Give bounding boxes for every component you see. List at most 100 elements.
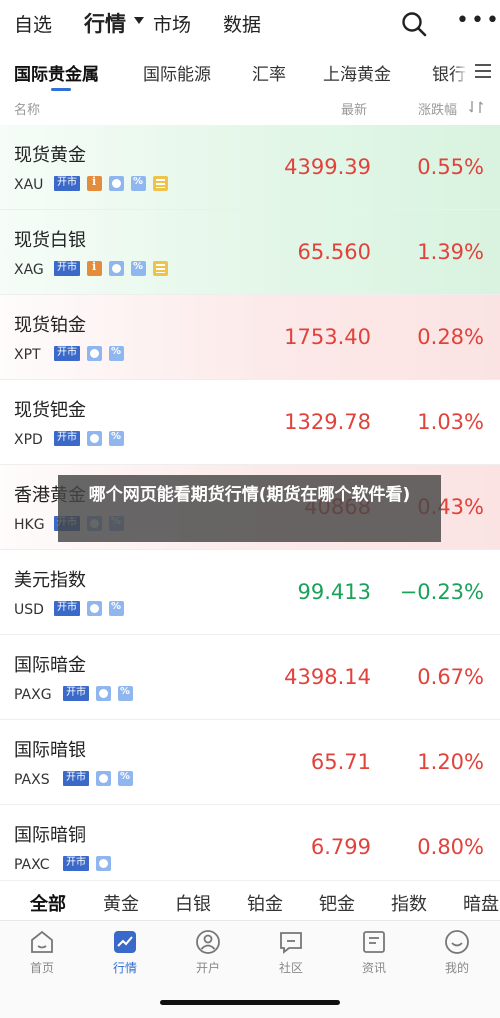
- latest-price: 65.560: [297, 240, 371, 264]
- instrument-code: XPT: [14, 347, 41, 363]
- clock-icon: [109, 176, 124, 191]
- tab-market[interactable]: 行情: [84, 8, 126, 38]
- row-tags: 开市: [54, 346, 124, 361]
- percent-icon: [118, 771, 133, 786]
- table-row[interactable]: 现货铂金 XPT 开市 1753.40 0.28%: [0, 295, 500, 380]
- row-tags: 开市: [54, 601, 124, 616]
- subtab-silver[interactable]: 白银: [175, 890, 211, 916]
- percent-icon: [109, 346, 124, 361]
- instrument-name: 现货黄金: [14, 145, 86, 166]
- instrument-name: 国际暗金: [14, 655, 86, 676]
- clock-icon: [87, 601, 102, 616]
- status-badge: 开市: [54, 346, 80, 361]
- chevron-down-icon[interactable]: [134, 17, 144, 24]
- row-tags: 开市: [63, 856, 111, 871]
- nav-open-account[interactable]: 开户: [178, 929, 238, 976]
- subtab-gold[interactable]: 黄金: [103, 890, 139, 916]
- subtab-platinum[interactable]: 铂金: [247, 890, 283, 916]
- change-percent: 1.03%: [417, 410, 484, 434]
- change-percent: 1.39%: [417, 240, 484, 264]
- latest-price: 1753.40: [284, 325, 371, 349]
- info-icon: [87, 260, 102, 276]
- category-tab[interactable]: 银行: [432, 60, 466, 85]
- tab-markets[interactable]: 市场: [153, 10, 191, 37]
- category-tabs: 国际贵金属 国际能源 汇率 上海黄金 银行: [0, 52, 500, 92]
- doc-icon: [153, 261, 168, 276]
- latest-price: 4399.39: [284, 155, 371, 179]
- latest-price: 1329.78: [284, 410, 371, 434]
- table-row[interactable]: 美元指数 USD 开市 99.413 −0.23%: [0, 550, 500, 635]
- category-tab[interactable]: 汇率: [252, 60, 286, 85]
- nav-community[interactable]: 社区: [261, 929, 321, 976]
- nav-home[interactable]: 首页: [12, 929, 72, 976]
- clock-icon: [87, 431, 102, 446]
- status-badge: 开市: [54, 431, 80, 446]
- nav-me[interactable]: 我的: [427, 929, 487, 976]
- menu-icon: [475, 64, 491, 78]
- column-change[interactable]: 涨跌幅: [418, 99, 457, 118]
- swap-icon[interactable]: [469, 100, 483, 114]
- instrument-name: 美元指数: [14, 570, 86, 591]
- change-percent: 0.55%: [417, 155, 484, 179]
- top-nav: 自选 行情 市场 数据 •••: [0, 0, 500, 46]
- home-indicator[interactable]: [160, 1000, 340, 1005]
- subtab-all[interactable]: 全部: [30, 890, 66, 916]
- expand-categories-button[interactable]: [466, 56, 500, 86]
- search-icon[interactable]: [401, 11, 427, 37]
- column-header: 名称 最新 涨跌幅: [0, 95, 500, 121]
- status-badge: 开市: [54, 261, 80, 276]
- row-tags: 开市: [54, 431, 124, 446]
- table-row[interactable]: 现货钯金 XPD 开市 1329.78 1.03%: [0, 380, 500, 465]
- instrument-code: XAG: [14, 262, 44, 278]
- active-tab-indicator: [51, 88, 71, 91]
- column-name[interactable]: 名称: [14, 99, 40, 118]
- status-badge: 开市: [54, 601, 80, 616]
- tab-watchlist[interactable]: 自选: [14, 10, 52, 37]
- change-percent: 0.67%: [417, 665, 484, 689]
- category-tab[interactable]: 国际贵金属: [14, 60, 99, 85]
- instrument-code: XAU: [14, 177, 44, 193]
- table-row[interactable]: 现货白银 XAG 开市 65.560 1.39%: [0, 210, 500, 295]
- row-tags: 开市: [54, 260, 168, 276]
- news-icon: [363, 931, 385, 953]
- subtab-palladium[interactable]: 钯金: [319, 890, 355, 916]
- percent-icon: [131, 261, 146, 276]
- row-tags: 开市: [54, 175, 168, 191]
- table-row[interactable]: 国际暗铜 PAXC 开市 6.799 0.80%: [0, 805, 500, 890]
- change-percent: 1.20%: [417, 750, 484, 774]
- nav-news[interactable]: 资讯: [344, 929, 404, 976]
- clock-icon: [96, 686, 111, 701]
- nav-label: 开户: [195, 961, 220, 975]
- nav-label: 我的: [444, 961, 469, 975]
- latest-price: 99.413: [297, 580, 371, 604]
- chart-icon: [114, 931, 136, 953]
- status-badge: 开市: [54, 176, 80, 191]
- latest-price: 65.71: [310, 750, 371, 774]
- column-latest[interactable]: 最新: [341, 99, 367, 118]
- overlay-banner: 哪个网页能看期货行情(期货在哪个软件看): [58, 475, 441, 542]
- table-row[interactable]: 现货黄金 XAU 开市 4399.39 0.55%: [0, 125, 500, 210]
- nav-market[interactable]: 行情: [95, 929, 155, 976]
- instrument-code: PAXC: [14, 857, 50, 873]
- category-tab[interactable]: 国际能源: [143, 60, 211, 85]
- table-row[interactable]: 国际暗银 PAXS 开市 65.71 1.20%: [0, 720, 500, 805]
- instrument-name: 现货钯金: [14, 400, 86, 421]
- change-percent: 0.80%: [417, 835, 484, 859]
- table-row[interactable]: 国际暗金 PAXG 开市 4398.14 0.67%: [0, 635, 500, 720]
- home-icon: [31, 930, 53, 953]
- more-icon[interactable]: •••: [456, 8, 500, 33]
- category-tab[interactable]: 上海黄金: [323, 60, 391, 85]
- instrument-code: XPD: [14, 432, 43, 448]
- status-badge: 开市: [63, 771, 89, 786]
- subtab-dark[interactable]: 暗盘: [463, 890, 499, 916]
- instrument-code: PAXG: [14, 687, 52, 703]
- tab-data[interactable]: 数据: [223, 10, 261, 37]
- instrument-code: HKG: [14, 517, 45, 533]
- subtab-index[interactable]: 指数: [391, 890, 427, 916]
- percent-icon: [109, 601, 124, 616]
- status-badge: 开市: [63, 856, 89, 871]
- nav-label: 首页: [29, 961, 54, 975]
- status-badge: 开市: [63, 686, 89, 701]
- nav-label: 行情: [112, 961, 137, 975]
- sub-filter-tabs: 全部 黄金 白银 铂金 钯金 指数 暗盘: [0, 880, 500, 920]
